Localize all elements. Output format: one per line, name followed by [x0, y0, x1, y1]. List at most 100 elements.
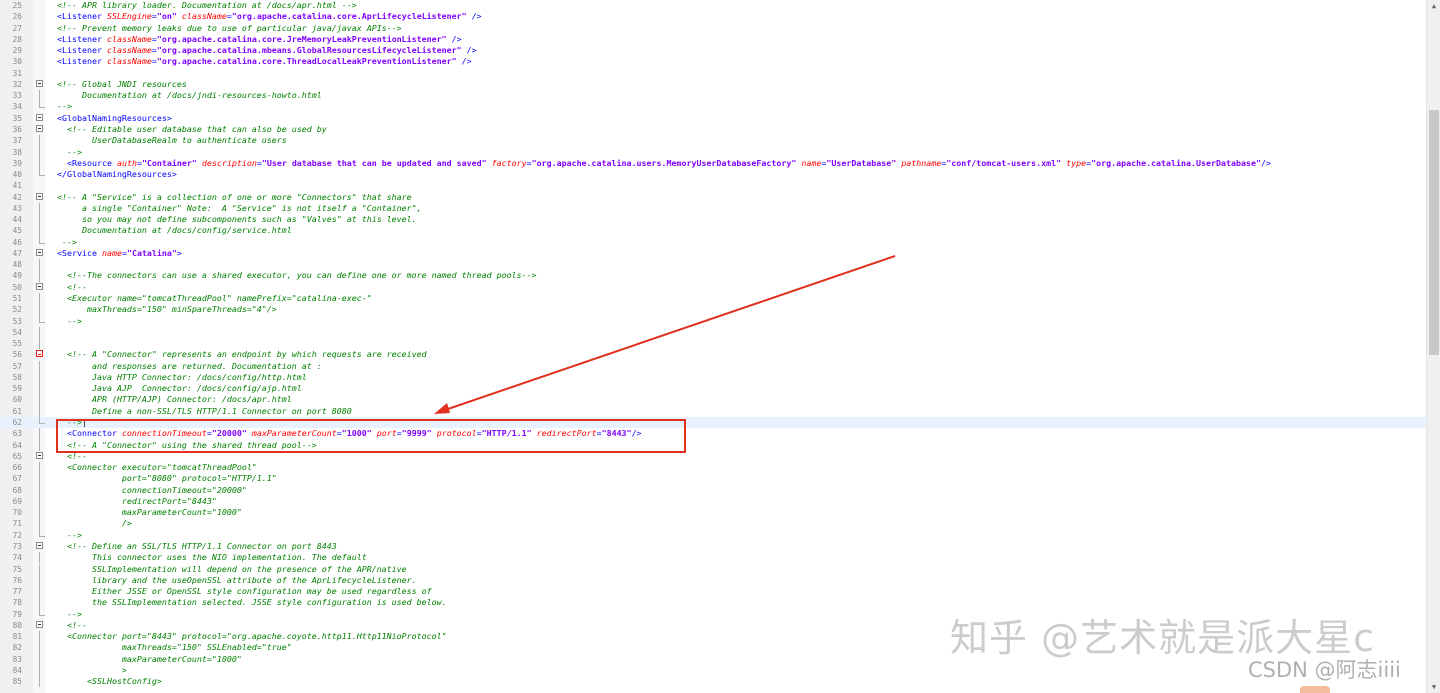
code-line[interactable]: 25 <!-- APR library loader. Documentation…	[0, 0, 1426, 11]
code-text: <Resource auth="Container" description="…	[57, 158, 1271, 169]
code-line[interactable]: 38 -->	[0, 146, 1426, 158]
code-line[interactable]: 34 -->	[0, 101, 1426, 112]
code-line[interactable]: 74 This connector uses the NIO implement…	[0, 552, 1426, 564]
fold-guide	[39, 383, 40, 395]
line-number: 43	[12, 203, 22, 213]
fold-guide	[39, 394, 40, 406]
code-line[interactable]: 51 <Executor name="tomcatThreadPool" nam…	[0, 293, 1426, 305]
code-line[interactable]: 44 so you may not define subcomponents s…	[0, 214, 1426, 226]
code-line[interactable]: 28 <Listener className="org.apache.catali…	[0, 34, 1426, 45]
line-number: 65	[12, 451, 22, 461]
code-token: maxParameterCount="1000"	[57, 507, 242, 518]
fold-guide	[39, 259, 40, 271]
code-line[interactable]: 37 UserDatabaseRealm to authenticate use…	[0, 135, 1426, 147]
code-line[interactable]: 84 >	[0, 664, 1426, 677]
code-line[interactable]: 29 <Listener className="org.apache.catali…	[0, 45, 1426, 56]
code-token: <Executor name="tomcatThreadPool" namePr…	[57, 293, 372, 304]
code-text: <!--	[57, 620, 87, 631]
corner-mark	[1300, 686, 1330, 693]
code-line[interactable]: 40 </GlobalNamingResources>	[0, 169, 1426, 180]
code-token: <Listener	[57, 56, 107, 67]
code-line[interactable]: 39 <Resource auth="Container" descriptio…	[0, 157, 1426, 170]
fold-guide	[39, 157, 40, 170]
line-number: 58	[12, 372, 22, 382]
code-line[interactable]: 41	[0, 180, 1426, 191]
scroll-thumb[interactable]	[1429, 110, 1439, 355]
fold-toggle-icon[interactable]	[36, 192, 43, 200]
code-line[interactable]: 32 <!-- Global JNDI resources	[0, 79, 1426, 90]
code-line[interactable]: 48	[0, 259, 1426, 271]
code-line[interactable]: 55	[0, 338, 1426, 350]
line-number: 30	[12, 57, 22, 67]
code-line[interactable]: 49 <!--The connectors can use a shared e…	[0, 270, 1426, 282]
code-line[interactable]: 75 SSLImplementation will depend on the …	[0, 563, 1426, 575]
code-line[interactable]: 42 <!-- A "Service" is a collection of on…	[0, 192, 1426, 203]
vertical-scrollbar[interactable]: ▲ ▼	[1426, 0, 1440, 693]
code-line[interactable]: 76 library and the useOpenSSL attribute …	[0, 574, 1426, 587]
fold-toggle-icon[interactable]	[36, 451, 43, 459]
code-line[interactable]: 52 maxThreads="150" minSpareThreads="4"/…	[0, 304, 1426, 316]
code-line[interactable]: 27 <!-- Prevent memory leaks due to use o…	[0, 23, 1426, 34]
code-line[interactable]: 70 maxParameterCount="1000"	[0, 507, 1426, 519]
code-line[interactable]: 31	[0, 68, 1426, 79]
code-token: <!-- Prevent memory leaks due to use of …	[57, 22, 402, 33]
code-line[interactable]: 58 Java HTTP Connector: /docs/config/htt…	[0, 371, 1426, 384]
line-number: 33	[12, 91, 22, 101]
code-line[interactable]: 50 <!--	[0, 282, 1426, 293]
fold-toggle-icon[interactable]	[36, 79, 43, 87]
code-line[interactable]: 71 />	[0, 518, 1426, 530]
code-text: maxParameterCount="1000"	[57, 507, 242, 518]
code-line[interactable]: 67 port="8080" protocol="HTTP/1.1"	[0, 473, 1426, 485]
code-text: Documentation at /docs/jndi-resources-ho…	[57, 90, 322, 101]
code-token: <!--The connectors can use a shared exec…	[57, 270, 537, 281]
code-line[interactable]: 68 connectionTimeout="20000"	[0, 484, 1426, 496]
code-line[interactable]: 47 <Service name="Catalina">	[0, 248, 1426, 259]
line-number: 59	[12, 384, 22, 394]
code-line[interactable]: 56 <!-- A "Connector" represents an endp…	[0, 349, 1426, 360]
line-number: 77	[12, 587, 22, 597]
code-line[interactable]: 57 and responses are returned. Documenta…	[0, 360, 1426, 372]
code-line[interactable]: 26 <Listener SSLEngine="on" className="or…	[0, 11, 1426, 22]
fold-toggle-icon[interactable]	[36, 248, 43, 256]
line-number: 53	[12, 316, 22, 326]
code-line[interactable]: 36 <!-- Editable user database that can …	[0, 124, 1426, 135]
fold-guide	[39, 676, 40, 688]
code-line[interactable]: 46 -->	[0, 236, 1426, 248]
code-line[interactable]: 66 <Connector executor="tomcatThreadPool…	[0, 462, 1426, 474]
code-line[interactable]: 59 Java AJP Connector: /docs/config/ajp.…	[0, 383, 1426, 395]
code-line[interactable]: 77 Either JSSE or OpenSSL style configur…	[0, 586, 1426, 598]
code-line[interactable]: 43 a single "Container" Note: A "Service…	[0, 202, 1426, 215]
fold-toggle-icon[interactable]	[36, 620, 43, 628]
fold-guide	[39, 338, 40, 350]
fold-toggle-icon[interactable]	[36, 282, 43, 290]
fold-toggle-icon[interactable]	[36, 350, 43, 358]
code-line[interactable]: 53 -->	[0, 315, 1426, 327]
code-line[interactable]: 85 <SSLHostConfig>	[0, 676, 1426, 688]
fold-guide	[39, 597, 40, 609]
scroll-up-arrow-icon[interactable]: ▲	[1427, 0, 1440, 12]
code-token: port="8080" protocol="HTTP/1.1"	[57, 473, 277, 484]
code-text: SSLImplementation will depend on the pre…	[57, 564, 407, 575]
fold-toggle-icon[interactable]	[36, 541, 43, 549]
code-text: -->	[57, 237, 77, 248]
code-text: a single "Container" Note: A "Service" i…	[57, 203, 422, 214]
code-line[interactable]: 45 Documentation at /docs/config/service…	[0, 225, 1426, 237]
code-line[interactable]: 60 APR (HTTP/AJP) Connector: /docs/apr.h…	[0, 394, 1426, 406]
line-number: 78	[12, 598, 22, 608]
code-token: />	[466, 11, 482, 22]
fold-toggle-icon[interactable]	[36, 113, 43, 121]
code-token: Java HTTP Connector: /docs/config/http.h…	[57, 371, 307, 382]
code-line[interactable]: 69 redirectPort="8443"	[0, 495, 1426, 508]
code-token: />	[57, 518, 132, 529]
scroll-down-arrow-icon[interactable]: ▼	[1427, 681, 1440, 693]
code-line[interactable]: 35 <GlobalNamingResources>	[0, 113, 1426, 124]
code-line[interactable]: 61 Define a non-SSL/TLS HTTP/1.1 Connect…	[0, 405, 1426, 417]
code-line[interactable]: 73 <!-- Define an SSL/TLS HTTP/1.1 Conne…	[0, 541, 1426, 552]
code-line[interactable]: 33 Documentation at /docs/jndi-resources…	[0, 90, 1426, 102]
fold-toggle-icon[interactable]	[36, 124, 43, 132]
code-editor[interactable]: 25 <!-- APR library loader. Documentation…	[0, 0, 1426, 693]
code-line[interactable]: 54	[0, 326, 1426, 339]
code-line[interactable]: 30 <Listener className="org.apache.catali…	[0, 56, 1426, 67]
fold-guide	[39, 405, 40, 417]
code-line[interactable]: 72 -->	[0, 529, 1426, 541]
